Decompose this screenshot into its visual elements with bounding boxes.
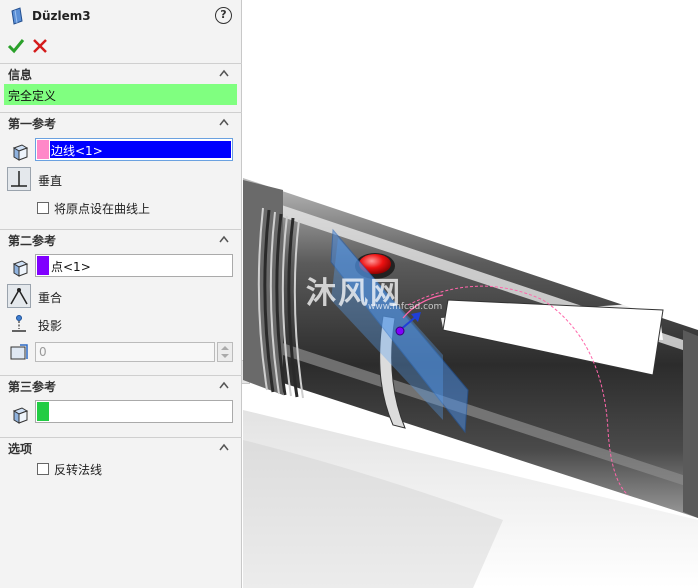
origin-on-curve-checkbox[interactable] — [37, 202, 49, 214]
perpendicular-icon — [11, 171, 27, 187]
cancel-x-icon[interactable] — [31, 37, 49, 55]
section-options-label: 选项 — [8, 442, 33, 456]
section-first-reference-label: 第一参考 — [8, 117, 57, 131]
status-text: 完全定义 — [8, 89, 57, 103]
reference-cube-icon — [12, 260, 29, 277]
project-label: 投影 — [38, 319, 63, 333]
third-reference-swatch — [37, 402, 49, 421]
third-reference-selection[interactable] — [35, 400, 233, 423]
spinner-arrows-icon — [221, 346, 229, 358]
first-reference-value: 边线<1> — [51, 144, 103, 158]
collapse-chevron-icon[interactable] — [219, 69, 229, 77]
coincident-icon — [10, 288, 28, 305]
dimension-icon — [10, 344, 28, 360]
second-reference-swatch — [37, 256, 49, 275]
section-info-label: 信息 — [8, 68, 33, 82]
graphics-viewport[interactable]: 沐风网 www.mfcad.com — [243, 0, 698, 588]
section-first-reference-header[interactable]: 第一参考 — [0, 112, 242, 131]
flip-normal-checkbox[interactable] — [37, 463, 49, 475]
reference-cube-icon — [12, 407, 29, 424]
perpendicular-button[interactable] — [7, 167, 31, 191]
feature-titlebar: Düzlem3 ? — [0, 0, 242, 32]
collapse-chevron-icon[interactable] — [219, 235, 229, 243]
section-second-reference-label: 第二参考 — [8, 234, 57, 248]
section-options-header[interactable]: 选项 — [0, 437, 242, 456]
offset-value-text: 0 — [39, 345, 47, 359]
section-second-reference-header[interactable]: 第二参考 — [0, 229, 242, 248]
first-reference-selection[interactable]: 边线<1> — [35, 138, 233, 161]
first-reference-swatch — [37, 140, 49, 159]
angle-distance-button[interactable] — [7, 340, 31, 364]
status-fully-defined: 完全定义 — [4, 84, 237, 105]
second-reference-value: 点<1> — [51, 260, 91, 274]
origin-on-curve-label: 将原点设在曲线上 — [54, 202, 151, 216]
ok-check-icon[interactable] — [7, 37, 25, 55]
collapse-chevron-icon[interactable] — [219, 118, 229, 126]
section-info-header[interactable]: 信息 — [0, 63, 242, 82]
plane-feature-icon — [11, 7, 23, 25]
coincident-label: 重合 — [38, 291, 63, 305]
project-icon — [12, 315, 26, 332]
watermark-url: www.mfcad.com — [368, 302, 443, 312]
offset-value-input[interactable]: 0 — [35, 342, 215, 362]
project-button[interactable] — [7, 312, 31, 336]
coincident-button[interactable] — [7, 284, 31, 308]
perpendicular-label: 垂直 — [38, 174, 63, 188]
second-reference-selection[interactable]: 点<1> — [35, 254, 233, 277]
offset-spinner[interactable] — [217, 342, 233, 362]
reference-cube-icon — [12, 144, 29, 161]
property-manager-panel: Düzlem3 ? 信息 完全定义 第一参考 边线<1> 垂直 将原点设在曲线上… — [0, 0, 242, 588]
section-third-reference-label: 第三参考 — [8, 380, 57, 394]
collapse-chevron-icon[interactable] — [219, 443, 229, 451]
flip-normal-label: 反转法线 — [54, 463, 103, 477]
help-icon[interactable]: ? — [215, 7, 232, 24]
collapse-chevron-icon[interactable] — [219, 381, 229, 389]
section-third-reference-header[interactable]: 第三参考 — [0, 375, 242, 394]
feature-title: Düzlem3 — [32, 9, 91, 23]
